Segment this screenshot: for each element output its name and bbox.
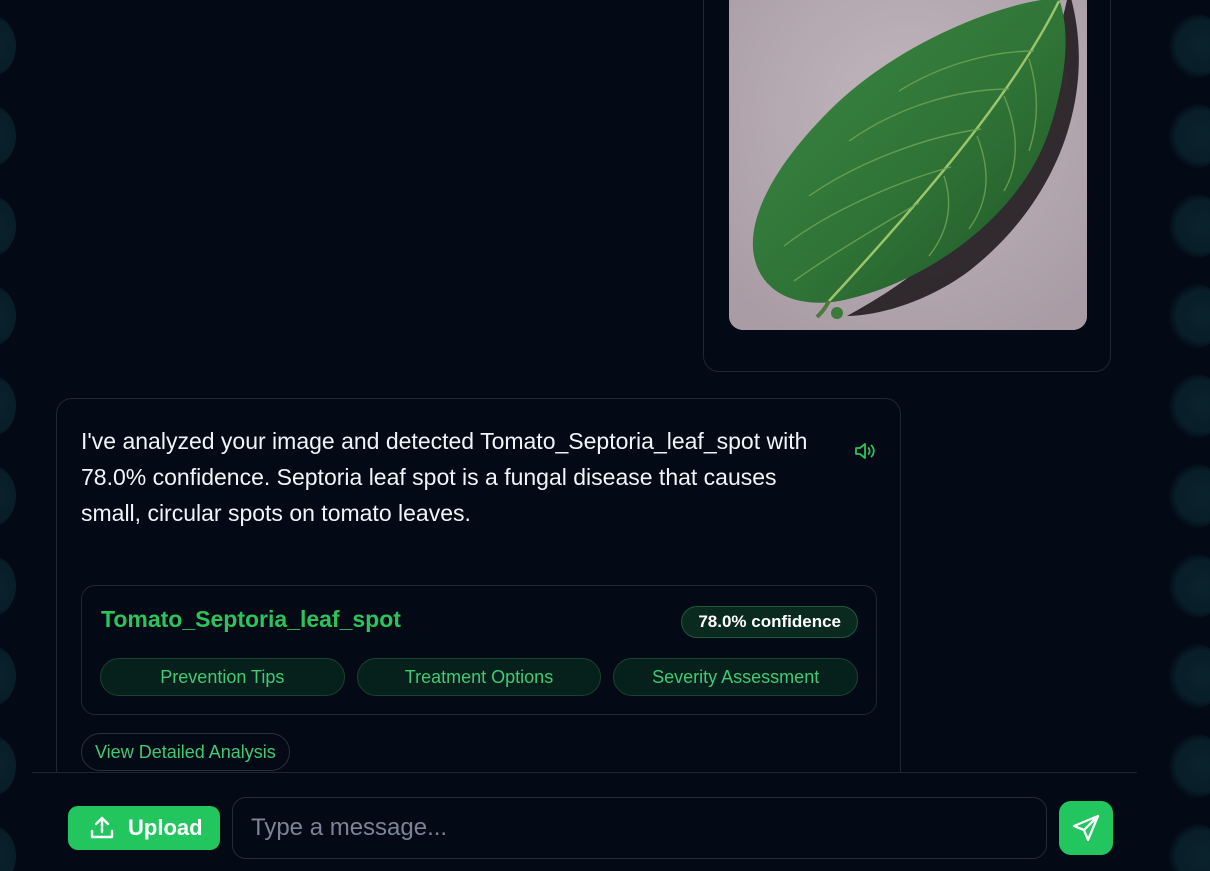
leaf-photo[interactable]: [729, 0, 1087, 330]
background-pattern-right: [1150, 0, 1210, 871]
background-pattern-shape: [0, 464, 16, 528]
severity-assessment-button[interactable]: Severity Assessment: [613, 658, 859, 696]
background-pattern-shape: [0, 734, 16, 798]
background-pattern-shape: [1168, 734, 1210, 798]
background-pattern-shape: [1168, 284, 1210, 348]
background-pattern-shape: [1168, 14, 1210, 78]
confidence-badge: 78.0% confidence: [681, 606, 858, 638]
background-pattern-shape: [1168, 194, 1210, 258]
background-pattern-shape: [0, 104, 16, 168]
diagnosis-card: Tomato_Septoria_leaf_spot 78.0% confiden…: [81, 585, 877, 715]
diagnosis-actions: Prevention Tips Treatment Options Severi…: [100, 658, 859, 696]
background-pattern-shape: [0, 284, 16, 348]
leaf-image: [729, 0, 1087, 330]
background-pattern-shape: [1168, 824, 1210, 871]
user-image-message: [703, 0, 1111, 372]
background-pattern-shape: [1168, 464, 1210, 528]
background-pattern-shape: [1168, 374, 1210, 438]
treatment-options-button[interactable]: Treatment Options: [356, 658, 602, 696]
background-pattern-shape: [1168, 644, 1210, 708]
background-pattern-shape: [1168, 554, 1210, 618]
background-pattern-shape: [0, 374, 16, 438]
upload-button[interactable]: Upload: [68, 806, 220, 850]
upload-label: Upload: [128, 815, 203, 840]
assistant-message-text: I've analyzed your image and detected To…: [81, 428, 808, 526]
send-button[interactable]: [1059, 801, 1113, 855]
background-pattern-left: [0, 0, 20, 871]
background-pattern-shape: [1168, 104, 1210, 168]
speaker-icon[interactable]: [851, 437, 879, 465]
background-pattern-shape: [0, 194, 16, 258]
background-pattern-shape: [0, 554, 16, 618]
assistant-message: I've analyzed your image and detected To…: [56, 398, 901, 795]
chat-page: I've analyzed your image and detected To…: [0, 0, 1210, 871]
background-pattern-shape: [0, 14, 16, 78]
message-composer: Upload: [32, 773, 1137, 871]
background-pattern-shape: [0, 644, 16, 708]
background-pattern-shape: [0, 824, 16, 871]
send-icon: [1072, 814, 1100, 842]
upload-icon: [90, 816, 114, 839]
view-detailed-analysis-button[interactable]: View Detailed Analysis: [81, 733, 290, 771]
disease-name: Tomato_Septoria_leaf_spot: [101, 606, 401, 632]
message-input[interactable]: [232, 797, 1047, 859]
prevention-tips-button[interactable]: Prevention Tips: [100, 658, 345, 696]
